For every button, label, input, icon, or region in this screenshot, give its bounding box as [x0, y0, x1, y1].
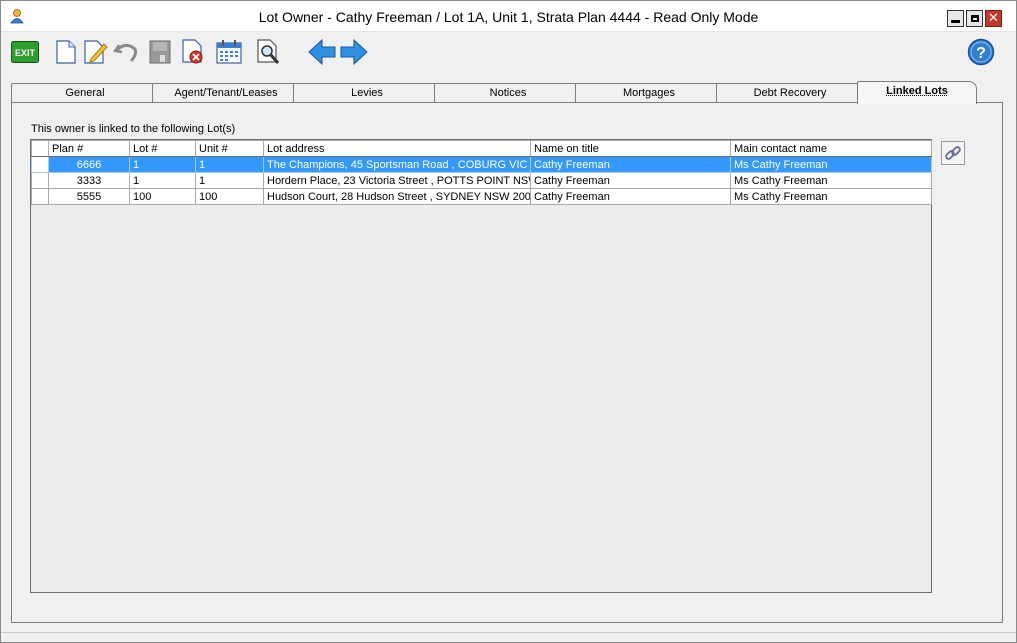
linked-lots-grid[interactable]: Plan # Lot # Unit # Lot address Name on …: [30, 139, 932, 593]
table-row[interactable]: 5555 100 100 Hudson Court, 28 Hudson Str…: [31, 188, 932, 205]
column-header-main-contact[interactable]: Main contact name: [730, 140, 932, 157]
table-row[interactable]: 3333 1 1 Hordern Place, 23 Victoria Stre…: [31, 172, 932, 189]
help-button[interactable]: ?: [967, 38, 995, 66]
new-document-icon: [56, 40, 76, 64]
tab-label: Notices: [489, 87, 527, 99]
forward-arrow-icon: [340, 39, 368, 65]
help-icon: ?: [967, 38, 995, 66]
link-icon: [945, 146, 961, 160]
exit-icon: EXIT: [11, 41, 39, 63]
status-bar: [1, 632, 1016, 642]
maximize-icon: [970, 15, 979, 22]
tab-label: General: [65, 87, 105, 99]
column-header-name-on-title[interactable]: Name on title: [530, 140, 731, 157]
column-header-lot[interactable]: Lot #: [129, 140, 196, 157]
column-header-plan[interactable]: Plan #: [48, 140, 130, 157]
tab-general[interactable]: General: [11, 83, 159, 103]
window-title: Lot Owner - Cathy Freeman / Lot 1A, Unit…: [258, 9, 759, 25]
tab-label: Linked Lots: [886, 85, 948, 97]
forward-button[interactable]: [340, 38, 368, 66]
cell-main-contact: Ms Cathy Freeman: [730, 156, 932, 173]
tab-label: Mortgages: [623, 87, 675, 99]
tab-notices[interactable]: Notices: [434, 83, 582, 103]
maximize-button[interactable]: [966, 10, 983, 27]
cell-name-on-title: Cathy Freeman: [530, 156, 731, 173]
tab-agent-tenant-leases[interactable]: Agent/Tenant/Leases: [152, 83, 300, 103]
minimize-icon: [951, 20, 960, 23]
tab-levies[interactable]: Levies: [293, 83, 441, 103]
tab-linked-lots[interactable]: Linked Lots: [857, 81, 977, 104]
svg-text:?: ?: [976, 45, 986, 62]
cell-unit: 1: [195, 172, 264, 189]
row-selector-header: [31, 140, 49, 157]
cell-lot: 100: [129, 188, 196, 205]
table-header-row: Plan # Lot # Unit # Lot address Name on …: [31, 140, 932, 157]
link-lot-button[interactable]: [941, 141, 965, 165]
calendar-icon: [216, 40, 242, 64]
preview-icon: [257, 39, 280, 64]
delete-icon: [182, 39, 203, 64]
save-button[interactable]: [146, 38, 174, 66]
svg-text:EXIT: EXIT: [15, 48, 36, 58]
edit-icon: [84, 40, 108, 64]
undo-icon: [113, 44, 137, 63]
linked-lots-panel: This owner is linked to the following Lo…: [11, 102, 1003, 623]
tab-strip: General Agent/Tenant/Leases Levies Notic…: [11, 81, 1003, 104]
cell-lot: 1: [129, 172, 196, 189]
lot-owner-window: Lot Owner - Cathy Freeman / Lot 1A, Unit…: [0, 0, 1017, 643]
close-icon: ✕: [988, 11, 999, 26]
cell-lot-address: Hudson Court, 28 Hudson Street , SYDNEY …: [263, 188, 531, 205]
linked-lots-table: Plan # Lot # Unit # Lot address Name on …: [31, 140, 932, 205]
cell-plan: 5555: [48, 188, 130, 205]
table-row[interactable]: 6666 1 1 The Champions, 45 Sportsman Roa…: [31, 156, 932, 173]
row-selector[interactable]: [31, 156, 49, 173]
toolbar: EXIT ?: [1, 33, 1016, 73]
preview-button[interactable]: [255, 38, 283, 66]
cell-lot-address: Hordern Place, 23 Victoria Street , POTT…: [263, 172, 531, 189]
cell-plan: 6666: [48, 156, 130, 173]
panel-caption: This owner is linked to the following Lo…: [31, 123, 236, 135]
tab-label: Debt Recovery: [753, 87, 827, 99]
column-header-unit[interactable]: Unit #: [195, 140, 264, 157]
undo-button[interactable]: [112, 38, 140, 66]
row-selector[interactable]: [31, 172, 49, 189]
column-header-lot-address[interactable]: Lot address: [263, 140, 531, 157]
cell-main-contact: Ms Cathy Freeman: [730, 188, 932, 205]
close-button[interactable]: ✕: [985, 10, 1002, 27]
edit-button[interactable]: [82, 38, 110, 66]
cell-unit: 1: [195, 156, 264, 173]
cell-main-contact: Ms Cathy Freeman: [730, 172, 932, 189]
delete-button[interactable]: [179, 38, 207, 66]
cell-name-on-title: Cathy Freeman: [530, 188, 731, 205]
cell-lot-address: The Champions, 45 Sportsman Road , COBUR…: [263, 156, 531, 173]
tab-debt-recovery[interactable]: Debt Recovery: [716, 83, 864, 103]
exit-button[interactable]: EXIT: [11, 38, 39, 66]
new-button[interactable]: [52, 38, 80, 66]
cell-plan: 3333: [48, 172, 130, 189]
cell-unit: 100: [195, 188, 264, 205]
back-arrow-icon: [308, 39, 336, 65]
calendar-button[interactable]: [215, 38, 243, 66]
cell-name-on-title: Cathy Freeman: [530, 172, 731, 189]
minimize-button[interactable]: [947, 10, 964, 27]
tab-label: Levies: [351, 87, 383, 99]
tab-label: Agent/Tenant/Leases: [174, 87, 278, 99]
row-selector[interactable]: [31, 188, 49, 205]
cell-lot: 1: [129, 156, 196, 173]
title-bar: Lot Owner - Cathy Freeman / Lot 1A, Unit…: [1, 1, 1016, 32]
back-button[interactable]: [308, 38, 336, 66]
save-icon: [149, 40, 171, 64]
tab-mortgages[interactable]: Mortgages: [575, 83, 723, 103]
